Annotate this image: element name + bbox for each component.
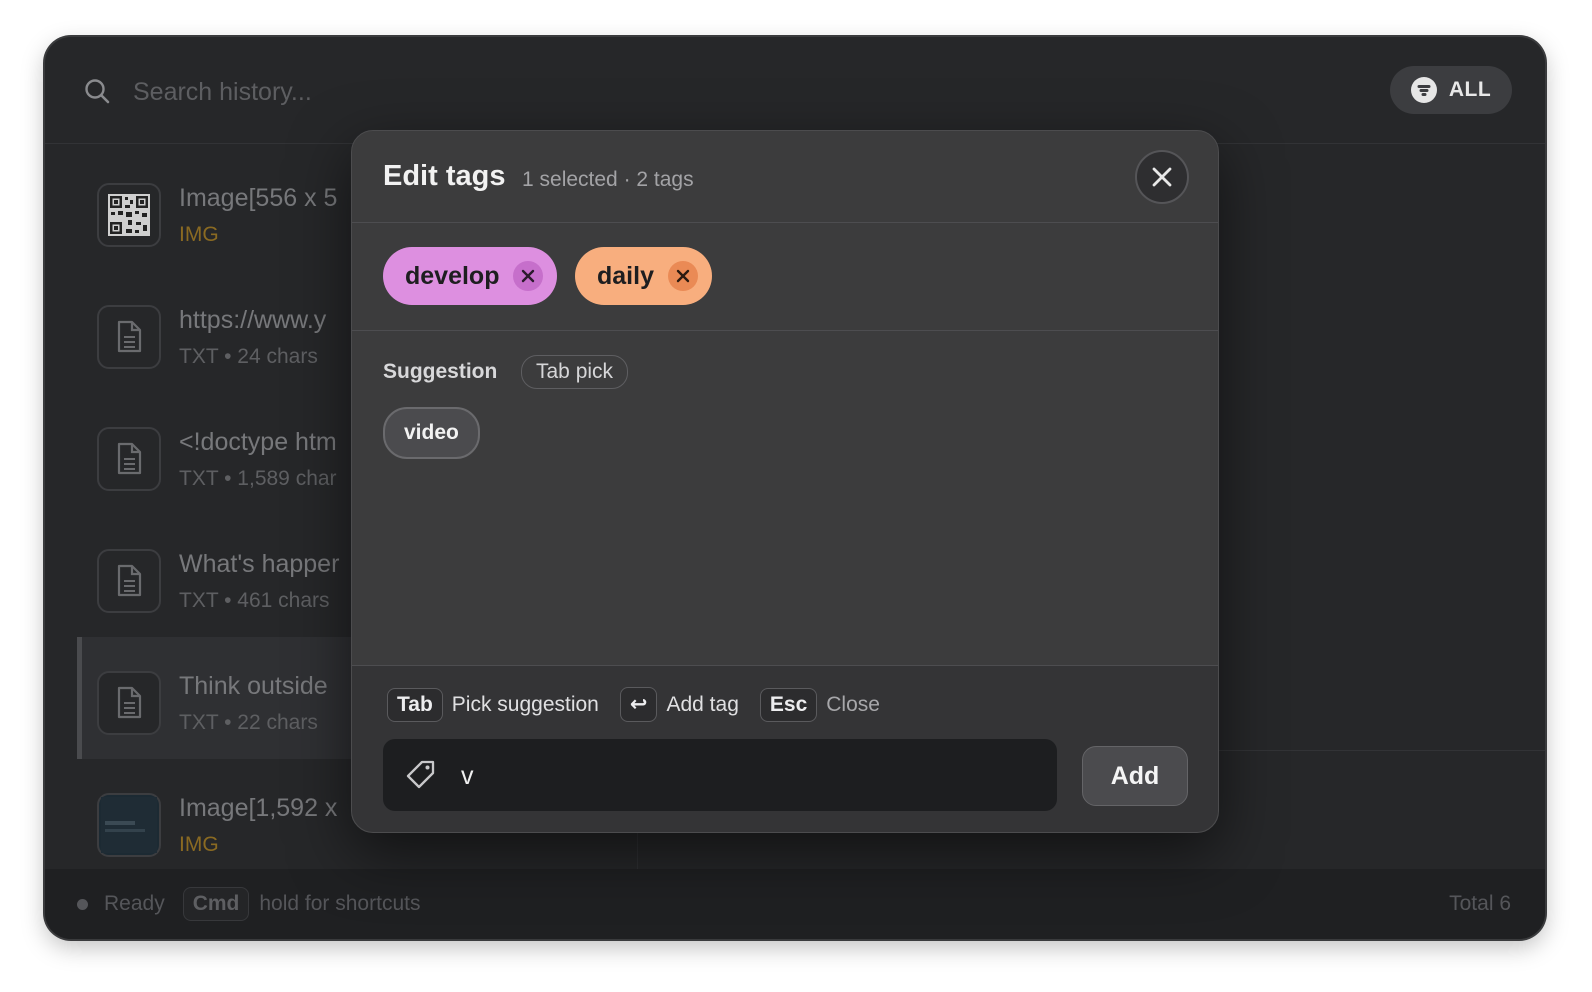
item-title: Image[556 x 5 xyxy=(179,184,338,212)
dialog-title: Edit tags xyxy=(383,160,506,192)
item-meta: IMG xyxy=(179,223,219,246)
document-icon xyxy=(117,686,142,719)
search-input[interactable] xyxy=(131,71,735,113)
suggestion-chip-video[interactable]: video xyxy=(383,407,480,459)
item-meta: TXT • 461 chars xyxy=(179,589,330,612)
qr-code-icon xyxy=(108,194,150,236)
item-title: What's happer xyxy=(179,550,340,578)
keyboard-hints: Tab Pick suggestion ↩ Add tag Esc Close xyxy=(387,687,901,722)
dialog-subtitle: 1 selected · 2 tags xyxy=(522,168,694,191)
document-icon xyxy=(117,564,142,597)
item-meta: IMG xyxy=(179,833,219,856)
dialog-footer: Tab Pick suggestion ↩ Add tag Esc Close … xyxy=(352,665,1218,832)
item-meta: TXT • 24 chars xyxy=(179,345,318,368)
item-meta: TXT • 1,589 char xyxy=(179,467,337,490)
shortcut-hint: hold for shortcuts xyxy=(259,892,421,915)
status-bar: Ready Cmd hold for shortcuts Total 6 xyxy=(45,869,1545,939)
text-file-thumbnail xyxy=(97,427,161,491)
esc-hint: Close xyxy=(826,692,880,716)
qr-thumbnail xyxy=(97,183,161,247)
add-button[interactable]: Add xyxy=(1082,746,1188,806)
tag-label: daily xyxy=(597,261,654,290)
status-text: Ready xyxy=(104,892,165,915)
close-icon xyxy=(1152,167,1172,187)
tag-icon xyxy=(406,760,435,789)
close-icon xyxy=(522,269,535,283)
tag-input-container xyxy=(383,739,1057,811)
suggestion-label: Suggestion xyxy=(383,360,498,383)
current-tags: develop daily xyxy=(352,222,1218,331)
dialog-header: Edit tags 1 selected · 2 tags xyxy=(352,131,1218,223)
document-icon xyxy=(117,442,142,475)
enter-hint: Add tag xyxy=(666,692,739,716)
tag-chip-daily: daily xyxy=(575,247,712,305)
cmd-key: Cmd xyxy=(182,887,250,921)
close-icon xyxy=(676,269,690,283)
esc-key: Esc xyxy=(759,687,818,722)
total-count: Total 6 xyxy=(1449,892,1511,915)
image-preview-icon xyxy=(101,797,157,853)
filter-label: ALL xyxy=(1448,78,1492,101)
item-title: Think outside xyxy=(179,672,328,700)
item-title: Image[1,592 x xyxy=(179,794,338,822)
text-file-thumbnail xyxy=(97,549,161,613)
enter-key: ↩ xyxy=(619,687,658,722)
search-icon xyxy=(85,79,110,104)
tag-label: develop xyxy=(405,261,500,290)
remove-tag-button[interactable] xyxy=(667,261,698,291)
text-file-thumbnail xyxy=(97,305,161,369)
edit-tags-dialog: Edit tags 1 selected · 2 tags develop da… xyxy=(351,130,1219,833)
tab-key: Tab xyxy=(387,687,443,722)
tag-chip-develop: develop xyxy=(383,247,558,305)
item-title: https://www.y xyxy=(179,306,327,334)
screenshot-thumbnail xyxy=(97,793,161,857)
tab-hint: Pick suggestion xyxy=(451,692,599,716)
item-meta: TXT • 22 chars xyxy=(179,711,318,734)
text-file-thumbnail xyxy=(97,671,161,735)
search-bar: ALL xyxy=(45,37,1545,144)
status-dot xyxy=(77,898,88,910)
document-icon xyxy=(117,320,142,353)
tab-pick-badge: Tab pick xyxy=(521,355,629,389)
tag-input[interactable] xyxy=(459,755,1033,797)
close-button[interactable] xyxy=(1135,150,1189,204)
item-title: <!doctype htm xyxy=(179,428,337,456)
filter-icon xyxy=(1410,77,1437,103)
remove-tag-button[interactable] xyxy=(513,261,544,291)
filter-button[interactable]: ALL xyxy=(1390,66,1512,114)
